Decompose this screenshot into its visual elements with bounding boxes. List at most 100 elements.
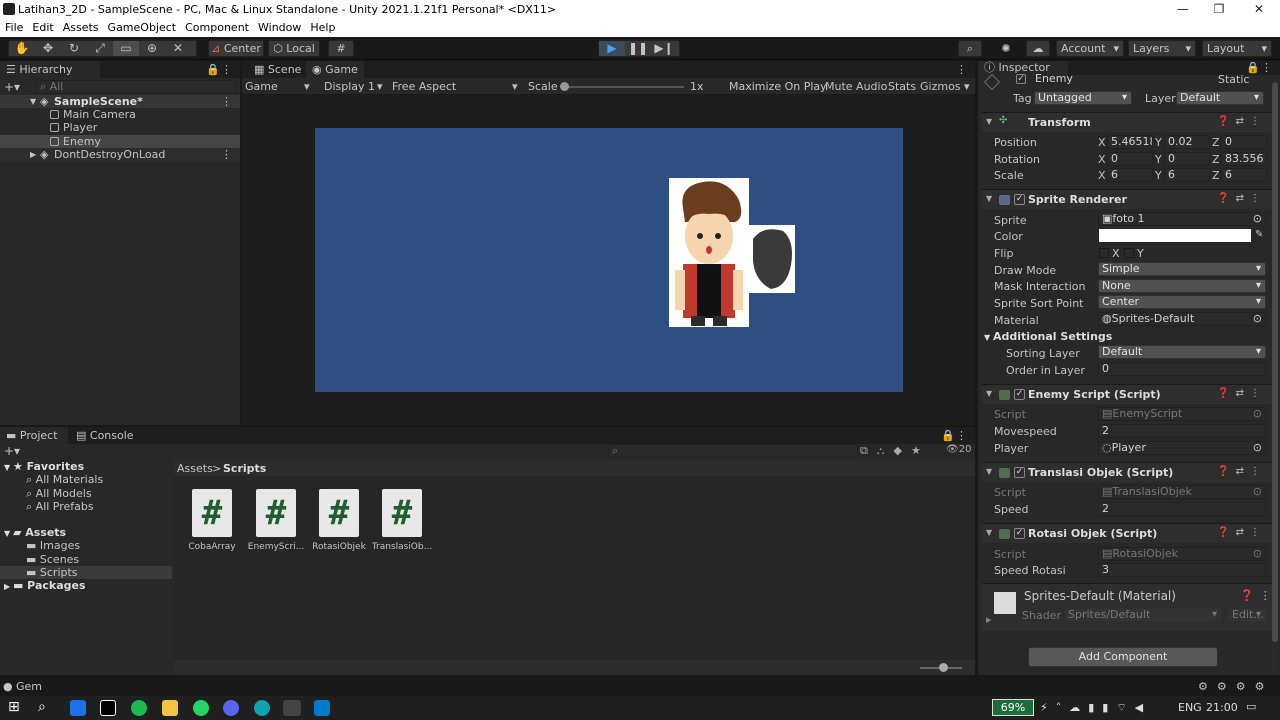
axis-y-label[interactable]: Y — [1155, 153, 1162, 166]
object-picker-icon[interactable]: ⊙ — [1253, 442, 1262, 454]
eyedropper-icon[interactable]: ✎ — [1255, 229, 1263, 240]
more-icon[interactable]: ⋮ — [221, 63, 232, 76]
list-item[interactable]: Main Camera — [50, 108, 136, 121]
enabled-checkbox[interactable]: ✓ — [1014, 194, 1025, 205]
enemy-script-header[interactable]: ▼ ✓ Enemy Script (Script) ❓⇄⋮ — [982, 384, 1272, 404]
gizmos-toggle[interactable]: Gizmos — [920, 80, 961, 93]
tag-dropdown[interactable]: Untagged — [1034, 91, 1132, 105]
more-icon[interactable]: ⋮ — [1261, 61, 1272, 74]
active-checkbox[interactable]: ✓ — [1016, 74, 1026, 84]
collab-button[interactable]: ✺ — [994, 40, 1018, 57]
additional-settings-foldout[interactable]: ▼ Additional Settings — [984, 330, 1112, 343]
favorite-item[interactable]: ⌕ All Materials — [26, 473, 103, 486]
minimize-icon[interactable]: — — [1164, 0, 1202, 19]
axis-x-label[interactable]: X — [1098, 153, 1106, 166]
speed-field[interactable]: 2 — [1098, 502, 1266, 516]
windows-start-icon[interactable]: ⊞ — [8, 699, 20, 715]
position-x-field[interactable]: 5.46518 — [1107, 135, 1153, 149]
mask-interaction-dropdown[interactable]: None — [1098, 279, 1266, 293]
display-dropdown[interactable]: Display 1 — [324, 80, 375, 93]
static-toggle[interactable]: Static — [1218, 73, 1249, 86]
menu-edit[interactable]: Edit — [27, 19, 57, 34]
create-button[interactable]: +▾ — [4, 444, 20, 458]
add-component-button[interactable]: Add Component — [1028, 647, 1218, 667]
tray-icons[interactable]: ⚡︎˄☁▮▮⌔◀ — [1040, 701, 1151, 715]
more-icon[interactable]: ⋮ — [221, 148, 232, 161]
play-icon[interactable]: ▶ — [599, 41, 625, 56]
menu-file[interactable]: File — [0, 19, 27, 34]
app-l-icon[interactable] — [70, 700, 86, 716]
maximize-on-play-toggle[interactable]: Maximize On Play — [729, 80, 827, 93]
aspect-dropdown[interactable]: Free Aspect — [392, 80, 456, 93]
collapse-icon[interactable]: ▼ — [986, 194, 992, 203]
sprite-field[interactable]: ▣foto 1 ⊙ — [1098, 212, 1266, 226]
spotify-icon[interactable] — [131, 700, 147, 716]
sorting-layer-dropdown[interactable]: Default — [1098, 345, 1266, 359]
draw-mode-dropdown[interactable]: Simple — [1098, 262, 1266, 276]
favorites-foldout[interactable]: ▼ ★ Favorites — [4, 460, 84, 473]
hierarchy-dontdestroy-row[interactable]: ▶ ◈ DontDestroyOnLoad ⋮ — [0, 148, 240, 161]
search-button[interactable]: ⌕ — [958, 40, 982, 57]
status-icons[interactable]: ⚙⚙⚙⚙ — [1198, 680, 1273, 693]
color-swatch[interactable] — [1099, 229, 1251, 242]
list-item-selected[interactable]: Enemy — [0, 135, 240, 148]
mute-audio-toggle[interactable]: Mute Audio — [825, 80, 887, 93]
scale-slider-thumb[interactable] — [560, 82, 569, 91]
space-local-button[interactable]: ⬡ Local — [268, 40, 320, 57]
component-buttons[interactable]: ❓⇄⋮ — [1217, 527, 1266, 538]
project-search-input[interactable]: ⌕ — [608, 444, 858, 457]
more-icon[interactable]: ⋮ — [956, 63, 967, 76]
csharp-script-icon[interactable]: # — [192, 489, 232, 537]
lock-icon[interactable]: 🔒 — [206, 63, 220, 76]
rotasi-header[interactable]: ▼ ✓ Rotasi Objek (Script) ❓⇄⋮ — [982, 523, 1272, 543]
scale-z-field[interactable]: 6 — [1221, 168, 1267, 182]
edge-icon[interactable] — [254, 700, 270, 716]
menu-component[interactable]: Component — [180, 19, 253, 34]
rect-tool-icon[interactable]: ▭ — [113, 41, 139, 56]
expand-icon[interactable]: ▼ — [984, 333, 993, 342]
layers-dropdown[interactable]: Layers ▾ — [1128, 40, 1196, 57]
flip-x-checkbox[interactable] — [1099, 248, 1109, 258]
language-indicator[interactable]: ENG — [1178, 701, 1202, 714]
collapse-icon[interactable]: ▶ — [30, 148, 36, 161]
component-buttons[interactable]: ❓⇄⋮ — [1217, 193, 1266, 204]
axis-x-label[interactable]: X — [1098, 169, 1106, 182]
collapse-icon[interactable]: ▼ — [986, 389, 992, 398]
flip-y-checkbox[interactable] — [1124, 248, 1134, 258]
axis-z-label[interactable]: Z — [1212, 153, 1220, 166]
file-explorer-icon[interactable] — [162, 700, 178, 716]
unity-taskbar-icon[interactable] — [283, 700, 301, 716]
object-picker-icon[interactable]: ⊙ — [1253, 213, 1262, 225]
hidden-packages-count[interactable]: 👁20 — [946, 444, 971, 455]
movespeed-field[interactable]: 2 — [1098, 424, 1266, 438]
tab-hierarchy[interactable]: ☰ Hierarchy — [0, 61, 100, 78]
tab-game[interactable]: ◉ Game — [306, 61, 364, 78]
scale-tool-icon[interactable]: ⤢ — [87, 41, 113, 56]
object-name-field[interactable]: Enemy — [1032, 73, 1208, 86]
axis-x-label[interactable]: X — [1098, 136, 1106, 149]
pivot-center-button[interactable]: ⊿ Center — [208, 40, 264, 57]
axis-z-label[interactable]: Z — [1212, 136, 1220, 149]
position-z-field[interactable]: 0 — [1221, 135, 1267, 149]
scale-slider[interactable] — [562, 86, 684, 88]
sort-point-dropdown[interactable]: Center — [1098, 295, 1266, 309]
icon-size-slider-thumb[interactable] — [939, 663, 948, 672]
menu-help[interactable]: Help — [305, 19, 339, 34]
notification-icon[interactable]: ▭ — [1246, 700, 1256, 713]
hand-tool-icon[interactable]: ✋ — [9, 41, 35, 56]
move-tool-icon[interactable]: ✥ — [35, 41, 61, 56]
translasi-header[interactable]: ▼ ✓ Translasi Objek (Script) ❓⇄⋮ — [982, 462, 1272, 482]
account-dropdown[interactable]: Account ▾ — [1056, 40, 1124, 57]
expand-icon[interactable]: ▶ — [986, 616, 991, 624]
more-icon[interactable]: ⋮ — [956, 429, 967, 442]
csharp-script-icon[interactable]: # — [382, 489, 422, 537]
favorite-item[interactable]: ⌕ All Models — [26, 487, 92, 500]
layout-dropdown[interactable]: Layout ▾ — [1202, 40, 1272, 57]
shader-dropdown[interactable]: Sprites/Default — [1064, 608, 1222, 622]
material-field[interactable]: ◍Sprites-Default ⊙ — [1098, 312, 1266, 326]
component-buttons[interactable]: ❓⇄⋮ — [1217, 116, 1266, 127]
folder-item[interactable]: ▬ Images — [26, 539, 80, 552]
order-in-layer-field[interactable]: 0 — [1098, 362, 1266, 376]
pause-icon[interactable]: ❚❚ — [625, 41, 651, 56]
object-picker-icon[interactable]: ⊙ — [1253, 313, 1262, 325]
